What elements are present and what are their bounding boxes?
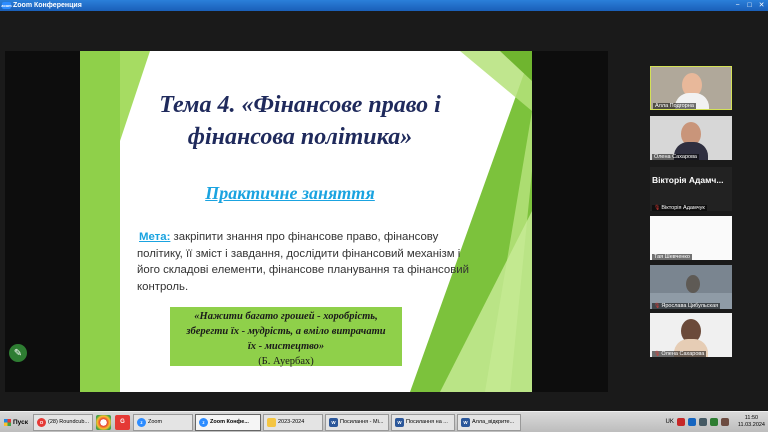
- system-tray: UK 11:50 11.03.2024: [666, 415, 768, 429]
- goal-description: закріпити знання про фінансове право, фі…: [137, 231, 469, 293]
- word-icon: W: [461, 417, 470, 427]
- app-icon[interactable]: G: [115, 414, 130, 430]
- quote-line: їх - мистецтво»: [247, 341, 325, 352]
- participant-video: [686, 275, 700, 293]
- participant-tile[interactable]: Алла Подгорна: [650, 66, 732, 110]
- windows-taskbar: Пуск O (28) Roundcub... G z Zoom z Zoom …: [0, 411, 768, 432]
- taskbar-button-word[interactable]: W Алла_відкрите...: [457, 413, 521, 431]
- volume-icon[interactable]: [698, 418, 707, 426]
- participant-tile[interactable]: Тая Шевченко: [650, 216, 732, 260]
- mic-muted-icon: 🎙: [654, 303, 661, 309]
- participant-name: 🎙 Вікторія Адамчук: [652, 205, 707, 211]
- pencil-icon[interactable]: ✎: [9, 344, 27, 362]
- zoom-logo-icon: zoom: [1, 2, 12, 9]
- tray-app-icon[interactable]: [720, 418, 729, 426]
- taskbar-button-zoom[interactable]: z Zoom: [133, 413, 193, 431]
- quote-line: зберегти їх - мудрість, а вміло витрачат…: [186, 326, 386, 337]
- quote-author: (Б. Ауербах): [258, 356, 314, 367]
- participant-name: 🎙 Олена Сахарова: [652, 351, 707, 357]
- minimize-button[interactable]: −: [733, 2, 742, 10]
- taskbar-button-label: Zoom Конфе...: [210, 419, 249, 425]
- taskbar-button-label: Посилання на ...: [406, 419, 448, 425]
- quote-line: «Нажити багато грошей - хоробрість,: [194, 311, 378, 322]
- participant-tile[interactable]: 🎙 Ярослава Цибульская: [650, 265, 732, 309]
- taskbar-button-label: (28) Roundcub...: [48, 419, 89, 425]
- zoom-icon: z: [199, 417, 208, 427]
- participant-name: Алла Подгорна: [653, 103, 696, 109]
- window-title: Zoom Конференция: [13, 2, 82, 9]
- taskbar-button-roundcube[interactable]: O (28) Roundcub...: [33, 413, 93, 431]
- participant-display-name: Вікторія Адамч...: [652, 175, 724, 185]
- taskbar-button-label: Zoom: [148, 419, 163, 425]
- taskbar-button-zoom-conference[interactable]: z Zoom Конфе...: [195, 413, 261, 431]
- windows-flag-icon: [4, 418, 11, 426]
- slide-subtitle: Практичне заняття: [205, 183, 375, 203]
- participant-tile[interactable]: 🎙 Олена Сахарова: [650, 313, 732, 357]
- taskbar-button-label: Алла_відкрите...: [472, 419, 515, 425]
- zoom-meeting-area: Тема 4. «Фінансове право і фінансова пол…: [0, 11, 768, 411]
- slide-title-line2: фінансова політика»: [187, 124, 413, 150]
- clock-date: 11.03.2024: [737, 422, 765, 428]
- word-icon: W: [395, 417, 404, 427]
- taskbar-button-label: 2023-2024: [278, 419, 305, 425]
- close-button[interactable]: ✕: [757, 2, 766, 10]
- taskbar-button-label: Посилання - Mi...: [340, 419, 384, 425]
- folder-icon: [267, 417, 276, 427]
- zoom-icon: z: [137, 417, 146, 427]
- start-button[interactable]: Пуск: [0, 414, 32, 431]
- participant-name: 🎙 Ярослава Цибульская: [652, 303, 721, 309]
- participant-name: Тая Шевченко: [652, 254, 692, 260]
- goal-label: Мета:: [139, 231, 171, 243]
- window-titlebar: zoom Zoom Конференция − □ ✕: [0, 0, 768, 11]
- presentation-slide: Тема 4. «Фінансове право і фінансова пол…: [80, 51, 532, 392]
- language-indicator[interactable]: UK: [666, 419, 674, 425]
- word-icon: W: [329, 417, 338, 427]
- window-controls: − □ ✕: [733, 2, 768, 10]
- network-icon[interactable]: [687, 418, 696, 426]
- maximize-button[interactable]: □: [745, 2, 754, 10]
- clock[interactable]: 11:50 11.03.2024: [738, 415, 765, 429]
- participant-tile[interactable]: Вікторія Адамч... 🎙 Вікторія Адамчук: [650, 167, 732, 211]
- chrome-icon[interactable]: [96, 414, 111, 430]
- taskbar-button-word[interactable]: W Посилання - Mi...: [325, 413, 389, 431]
- mic-muted-icon: 🎙: [654, 205, 661, 211]
- participant-name: Олена Сахарова: [652, 154, 699, 160]
- clock-time: 11:50: [744, 415, 759, 421]
- participant-tile[interactable]: Олена Сахарова: [650, 116, 732, 160]
- opera-icon: O: [37, 417, 46, 427]
- update-icon[interactable]: [709, 418, 718, 426]
- quote-box: «Нажити багато грошей - хоробрість, збер…: [170, 307, 402, 367]
- slide-title-line1: Тема 4. «Фінансове право і: [159, 92, 441, 118]
- slide-goal-text: Мета: закріпити знання про фінансове пра…: [137, 229, 473, 295]
- antivirus-icon[interactable]: [676, 418, 685, 426]
- taskbar-button-folder[interactable]: 2023-2024: [263, 413, 323, 431]
- taskbar-button-word[interactable]: W Посилання на ...: [391, 413, 455, 431]
- slide-title: Тема 4. «Фінансове право і фінансова пол…: [120, 89, 480, 153]
- mic-muted-icon: 🎙: [654, 351, 661, 357]
- start-label: Пуск: [13, 418, 28, 426]
